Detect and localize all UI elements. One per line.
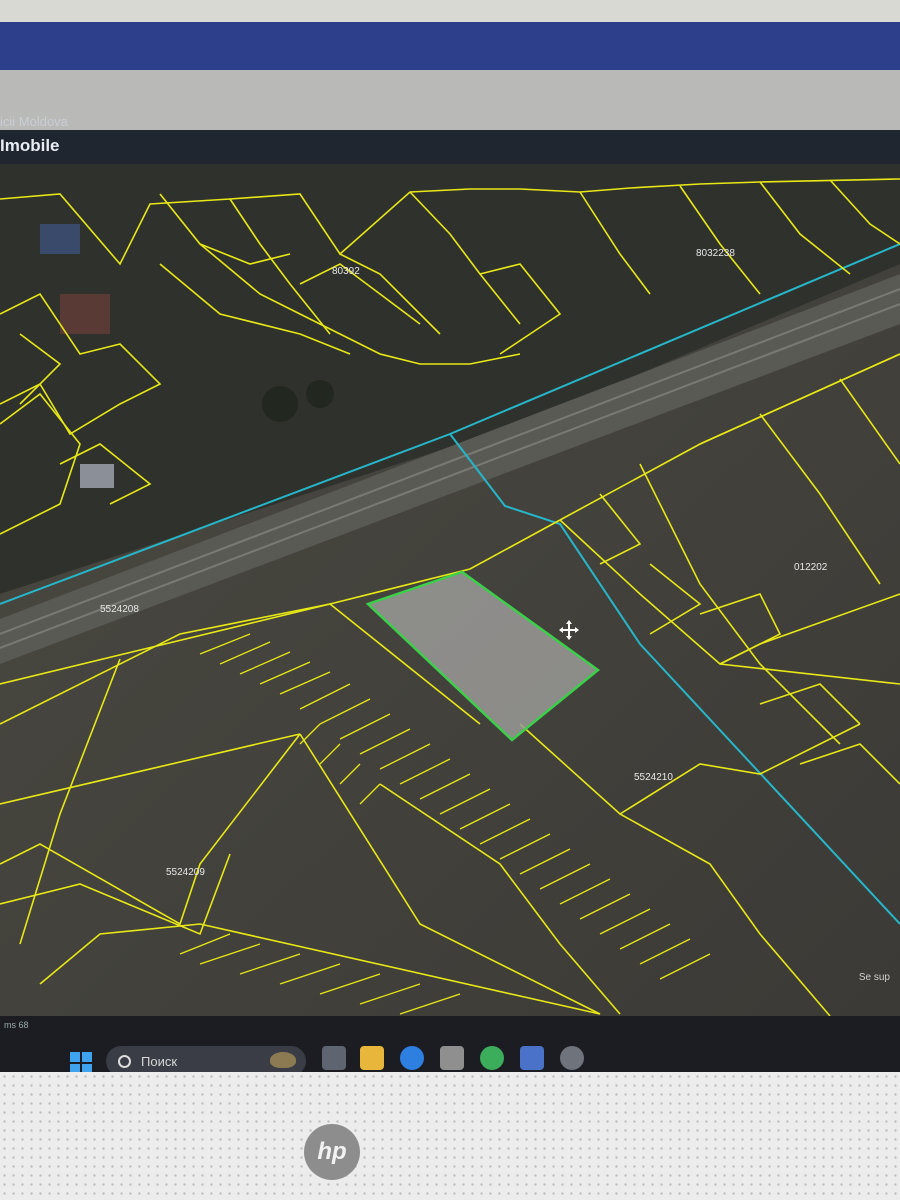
house-roof <box>80 464 114 488</box>
store-icon[interactable] <box>440 1046 464 1070</box>
parcel-label: 5524210 <box>634 772 673 783</box>
chrome-icon[interactable] <box>480 1046 504 1070</box>
tree-cluster <box>306 380 334 408</box>
edge-browser-icon[interactable] <box>400 1046 424 1070</box>
parcel-label: 012202 <box>794 562 828 573</box>
parcel-label: 80392 <box>332 266 360 277</box>
house-roof <box>40 224 80 254</box>
parcel-label: 5524209 <box>166 867 205 878</box>
monitor-bezel-bottom <box>0 1072 900 1200</box>
file-explorer-icon[interactable] <box>360 1046 384 1070</box>
camera-icon[interactable] <box>560 1046 584 1070</box>
search-icon <box>118 1054 131 1068</box>
monitor-bezel-top <box>0 0 900 22</box>
page-title: Imobile <box>0 136 60 155</box>
parcel-label: 8032238 <box>696 248 735 259</box>
parcel-label: 5524208 <box>100 604 139 615</box>
windows-start-icon[interactable] <box>70 1052 92 1074</box>
turtle-highlight-icon <box>270 1052 296 1068</box>
task-view-icon[interactable] <box>322 1046 346 1070</box>
app-brand: icii Moldova <box>0 114 68 129</box>
cadastral-map[interactable]: 80392 8032238 5524208 012202 5524210 552… <box>0 164 900 1016</box>
search-placeholder: Поиск <box>141 1053 178 1069</box>
map-footer-text: Se sup <box>858 972 890 983</box>
taskbar-corner-text: ms 68 <box>4 1020 29 1030</box>
house-roof <box>60 294 110 334</box>
solitaire-icon[interactable] <box>520 1046 544 1070</box>
tree-cluster <box>262 386 298 422</box>
hp-logo: hp <box>304 1124 360 1180</box>
browser-toolbar <box>0 70 900 130</box>
browser-tab-strip <box>0 22 900 70</box>
